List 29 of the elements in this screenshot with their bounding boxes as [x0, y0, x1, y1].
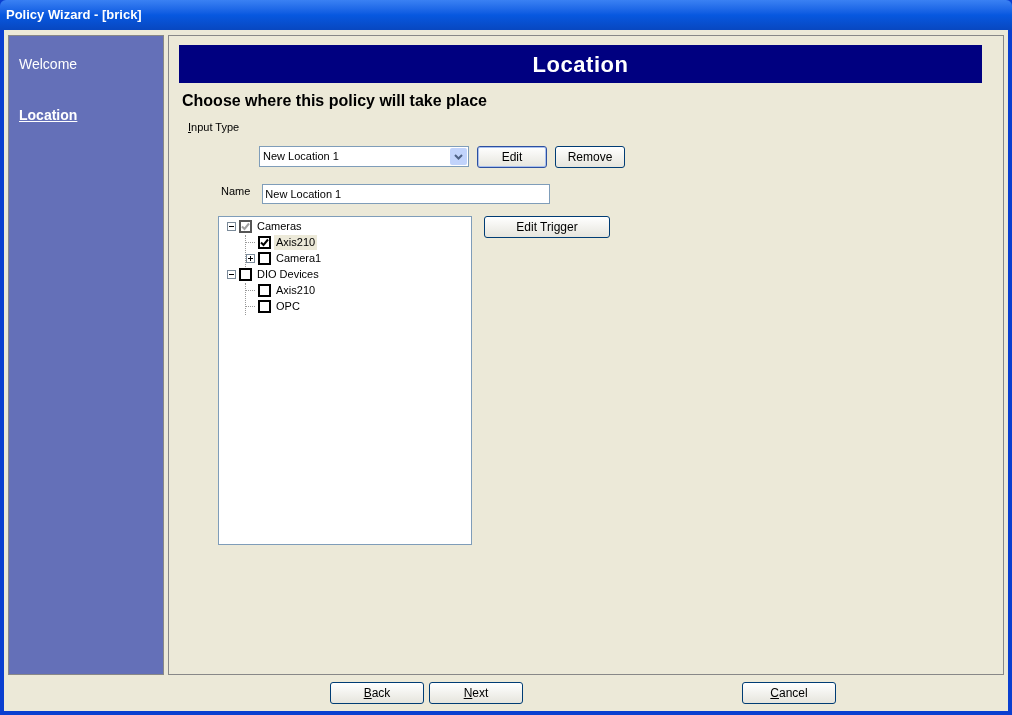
- checkbox[interactable]: [258, 284, 271, 297]
- name-label: Name: [221, 184, 251, 200]
- edit-button[interactable]: Edit: [477, 145, 547, 168]
- location-dropdown[interactable]: New Location 1: [259, 146, 469, 167]
- remove-button[interactable]: Remove: [555, 145, 625, 168]
- checkbox[interactable]: [258, 252, 271, 265]
- window-title: Policy Wizard - [brick]: [6, 6, 142, 25]
- subtitle: Choose where this policy will take place: [182, 91, 487, 111]
- checkbox[interactable]: [239, 268, 252, 281]
- next-button[interactable]: Next: [429, 682, 523, 704]
- checkbox[interactable]: [258, 300, 271, 313]
- collapse-icon[interactable]: [227, 270, 236, 279]
- sidebar-item[interactable]: Location: [19, 105, 78, 126]
- edit-trigger-button[interactable]: Edit Trigger: [484, 215, 610, 238]
- expand-icon[interactable]: [246, 254, 255, 263]
- collapse-icon[interactable]: [227, 222, 236, 231]
- tree-item[interactable]: OPC: [274, 299, 302, 314]
- tree-item[interactable]: Axis210: [274, 235, 318, 250]
- back-button[interactable]: Back: [330, 682, 424, 704]
- chevron-down-icon: [450, 148, 467, 165]
- tree-item[interactable]: Camera1: [274, 251, 324, 266]
- page-heading: Location: [532, 50, 629, 79]
- tree-item[interactable]: Cameras: [255, 219, 304, 234]
- tree-item[interactable]: DIO Devices: [255, 267, 321, 282]
- sidebar-item[interactable]: Welcome: [19, 54, 78, 75]
- name-input-field[interactable]: New Location 1: [262, 183, 551, 204]
- input-type-label: Input Type: [188, 120, 240, 135]
- tree-item[interactable]: Axis210: [274, 283, 318, 298]
- cancel-button[interactable]: Cancel: [742, 682, 836, 704]
